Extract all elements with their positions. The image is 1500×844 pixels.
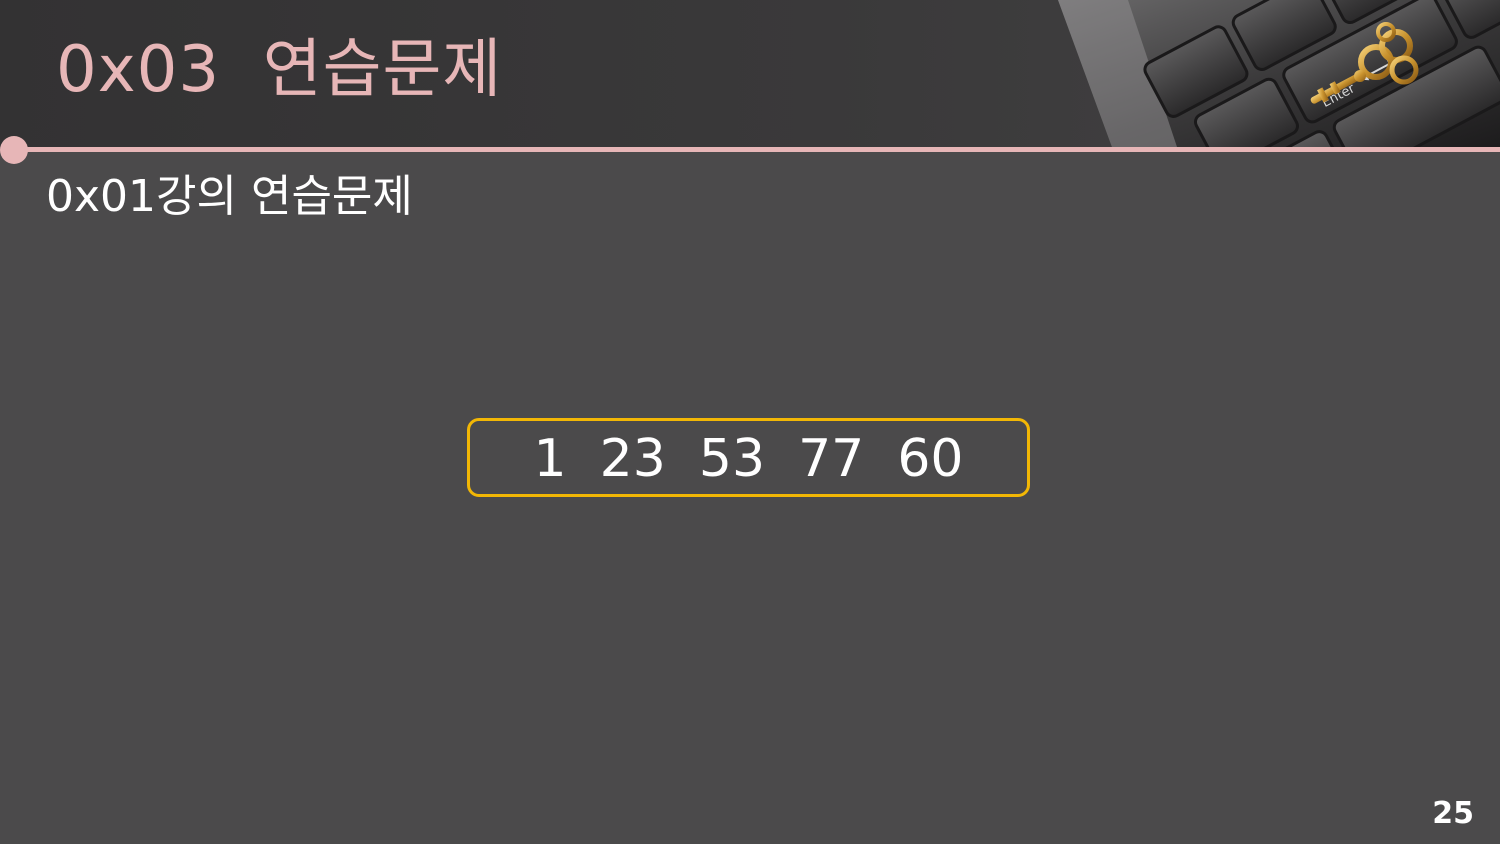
answer-box: 1 23 53 77 60 [467, 418, 1030, 497]
section-subtitle: 0x01강의 연습문제 [46, 171, 413, 222]
slide: 0x03 연습문제 Enter 0x01강의 연습문제 1 23 53 77 6… [0, 0, 1500, 844]
divider-dot [0, 136, 28, 164]
keyboard-key-image: Enter [1058, 0, 1500, 150]
page-number: 25 [1432, 796, 1474, 831]
slide-title: 0x03 연습문제 [56, 33, 503, 107]
answer-text: 1 23 53 77 60 [533, 429, 964, 489]
divider-line [14, 147, 1500, 152]
